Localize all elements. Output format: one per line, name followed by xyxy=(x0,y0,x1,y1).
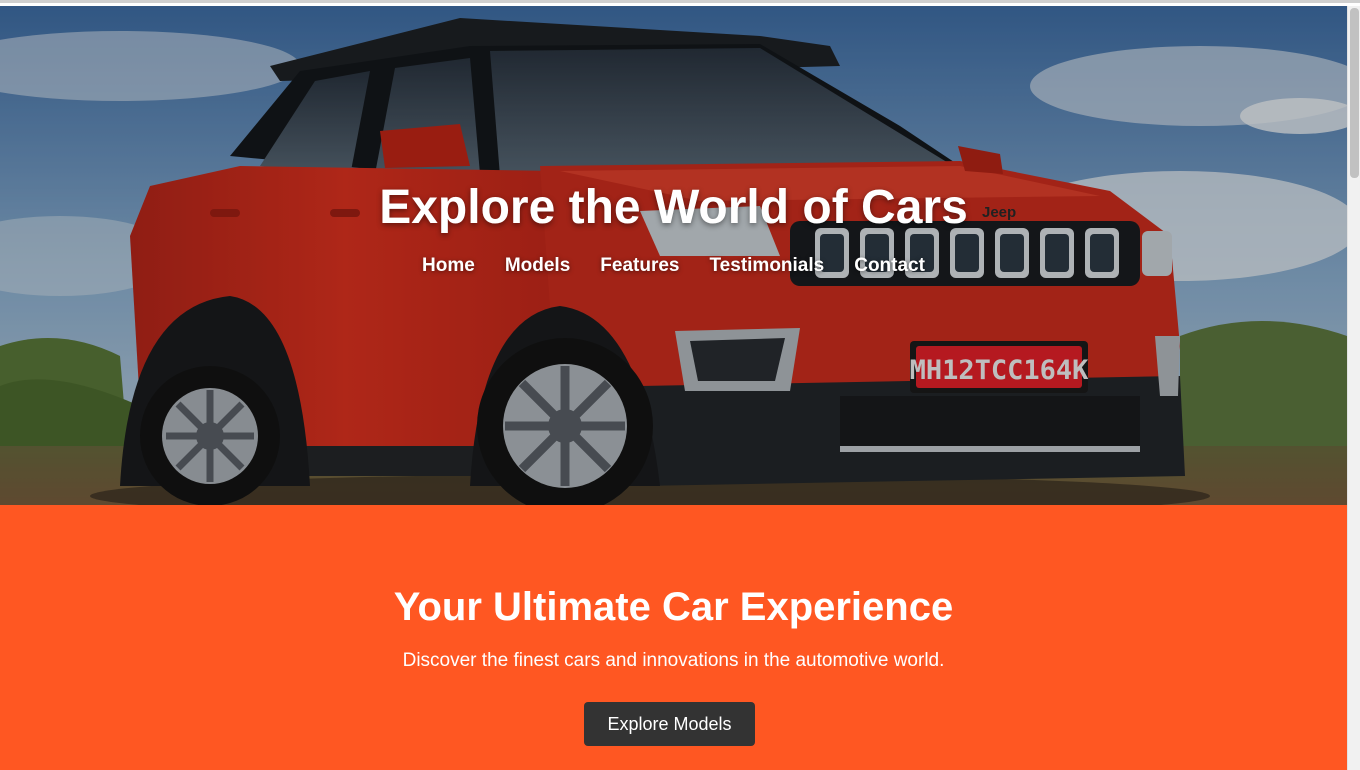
browser-viewport: MH12TCC164K Jeep Explore the World of Ca… xyxy=(0,0,1360,770)
promo-title: Your Ultimate Car Experience xyxy=(393,585,954,629)
nav-link-features[interactable]: Features xyxy=(600,255,679,277)
scrollbar-thumb[interactable] xyxy=(1350,8,1359,178)
nav-link-contact[interactable]: Contact xyxy=(854,255,925,277)
nav-link-home[interactable]: Home xyxy=(422,255,475,277)
nav-link-models[interactable]: Models xyxy=(505,255,570,277)
web-page: MH12TCC164K Jeep Explore the World of Ca… xyxy=(0,6,1347,770)
hero-section: MH12TCC164K Jeep Explore the World of Ca… xyxy=(0,6,1347,505)
hero-title: Explore the World of Cars xyxy=(379,181,968,234)
nav-link-testimonials[interactable]: Testimonials xyxy=(709,255,824,277)
main-nav: Home Models Features Testimonials Contac… xyxy=(0,255,1347,277)
explore-models-button[interactable]: Explore Models xyxy=(584,702,755,746)
promo-section: Your Ultimate Car Experience Discover th… xyxy=(0,505,1347,770)
vertical-scrollbar[interactable] xyxy=(1347,6,1360,770)
promo-subtitle: Discover the finest cars and innovations… xyxy=(402,650,945,671)
